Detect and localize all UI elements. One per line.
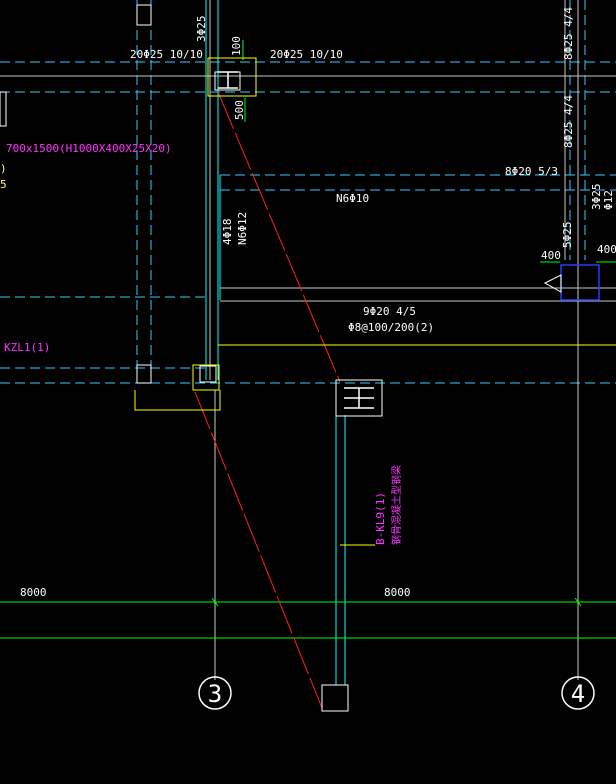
stirrup-label[interactable]: Φ8@100/200(2) [348, 321, 434, 334]
n6-label[interactable]: N6Φ10 [336, 192, 369, 205]
beam-9phi20-label[interactable]: 9Φ20 4/5 [363, 305, 416, 318]
axis-bubble-4[interactable]: 4 [561, 676, 595, 710]
left-paren-label: ) [0, 162, 7, 175]
axis-3-label: 3 [208, 680, 222, 708]
kl9-note-label[interactable]: 钢骨混凝土型钢梁 [390, 465, 403, 545]
dim-400-a-label: 400 [541, 249, 561, 262]
dim-8000-right-label: 8000 [384, 586, 411, 599]
top-rebar-right-label[interactable]: 20Φ25 10/10 [270, 48, 343, 61]
col-top-rebar-label[interactable]: 3Φ25 [195, 16, 208, 43]
i-beam-icon[interactable] [344, 387, 374, 409]
arrow-marker [543, 274, 562, 293]
dim-500-label: 500 [233, 100, 246, 120]
dim-100-label: 100 [230, 36, 243, 56]
blue-column[interactable] [560, 264, 600, 301]
dimension-lines [0, 40, 616, 639]
n6-vertical-label[interactable]: N6Φ12 [236, 212, 249, 245]
grid-lines [0, 0, 616, 680]
rebar-5phi25-label[interactable]: 5Φ25 [561, 222, 574, 249]
right-top-rebar-2[interactable]: 8Φ25 4/4 [562, 95, 575, 148]
i-beam-icon-top[interactable] [218, 71, 238, 89]
beam-lines-horizontal [0, 61, 616, 384]
four-phi18-label[interactable]: 4Φ18 [221, 219, 234, 246]
kl9-label[interactable]: B-KL9(1) [374, 492, 387, 545]
rebar-8phi20-label[interactable]: 8Φ20 5/3 [505, 165, 558, 178]
column-boxes [0, 4, 383, 712]
axis-lines [205, 0, 346, 685]
cad-drawing-canvas[interactable]: 3 4 20Φ25 10/10 20Φ25 10/10 3Φ25 100 500… [0, 0, 616, 784]
right-top-rebar-1[interactable]: 8Φ25 4/4 [562, 7, 575, 60]
beam-section-label[interactable]: 700x1500(H1000X400X25X20) [6, 142, 172, 155]
axis-bubble-3[interactable]: 3 [198, 676, 232, 710]
dim-8000-left-label: 8000 [20, 586, 47, 599]
dim-400-b-label: 400 [597, 243, 616, 256]
top-rebar-left-label[interactable]: 20Φ25 10/10 [130, 48, 203, 61]
right-col-label-2[interactable]: Φ12 [602, 190, 615, 210]
kzl1-label[interactable]: KZL1(1) [4, 341, 50, 354]
axis-4-label: 4 [571, 680, 585, 708]
section-cut-line [194, 91, 341, 709]
left-five-label: 5 [0, 178, 7, 191]
